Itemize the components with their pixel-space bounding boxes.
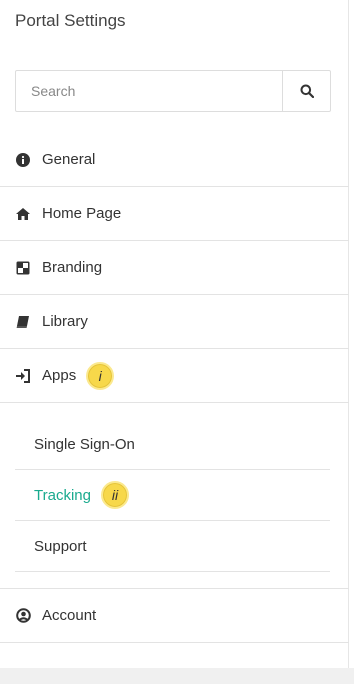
- menu-item-label: Account: [42, 607, 97, 624]
- submenu-item-label: Single Sign-On: [34, 435, 135, 453]
- menu-item-library[interactable]: Library: [0, 295, 349, 349]
- menu-item-label: General: [42, 151, 96, 168]
- menu-item-general[interactable]: General: [0, 133, 349, 187]
- user-circle-icon: [14, 607, 32, 625]
- sign-in-icon: [14, 367, 32, 385]
- home-icon: [14, 205, 32, 223]
- menu-item-label: Apps: [42, 367, 77, 384]
- annotation-badge: i: [86, 361, 115, 390]
- search-input[interactable]: [16, 71, 282, 111]
- settings-menu: General Home Page Branding Library Apps: [0, 133, 349, 643]
- search-icon: [300, 84, 314, 98]
- book-icon: [14, 313, 32, 331]
- menu-item-branding[interactable]: Branding: [0, 241, 349, 295]
- search-box: [15, 70, 331, 112]
- info-circle-icon: [14, 151, 32, 169]
- branding-icon: [14, 259, 32, 277]
- submenu-item-tracking[interactable]: Tracking ii: [15, 470, 330, 521]
- menu-item-label: Library: [42, 313, 88, 330]
- apps-submenu: Single Sign-On Tracking ii Support: [0, 403, 349, 589]
- search-button[interactable]: [282, 71, 330, 111]
- annotation-badge: ii: [100, 481, 129, 509]
- submenu-item-label: Tracking: [34, 486, 91, 504]
- menu-item-home-page[interactable]: Home Page: [0, 187, 349, 241]
- page-title: Portal Settings: [15, 11, 126, 30]
- menu-item-label: Branding: [42, 259, 103, 276]
- bottom-strip: [0, 668, 354, 684]
- settings-panel: Portal Settings General Home Page: [0, 0, 349, 668]
- submenu-item-support[interactable]: Support: [15, 521, 330, 572]
- menu-item-account[interactable]: Account: [0, 589, 349, 643]
- submenu-item-single-sign-on[interactable]: Single Sign-On: [15, 419, 330, 470]
- submenu-item-label: Support: [34, 537, 87, 555]
- menu-item-label: Home Page: [42, 205, 122, 222]
- menu-item-apps[interactable]: Apps i: [0, 349, 349, 403]
